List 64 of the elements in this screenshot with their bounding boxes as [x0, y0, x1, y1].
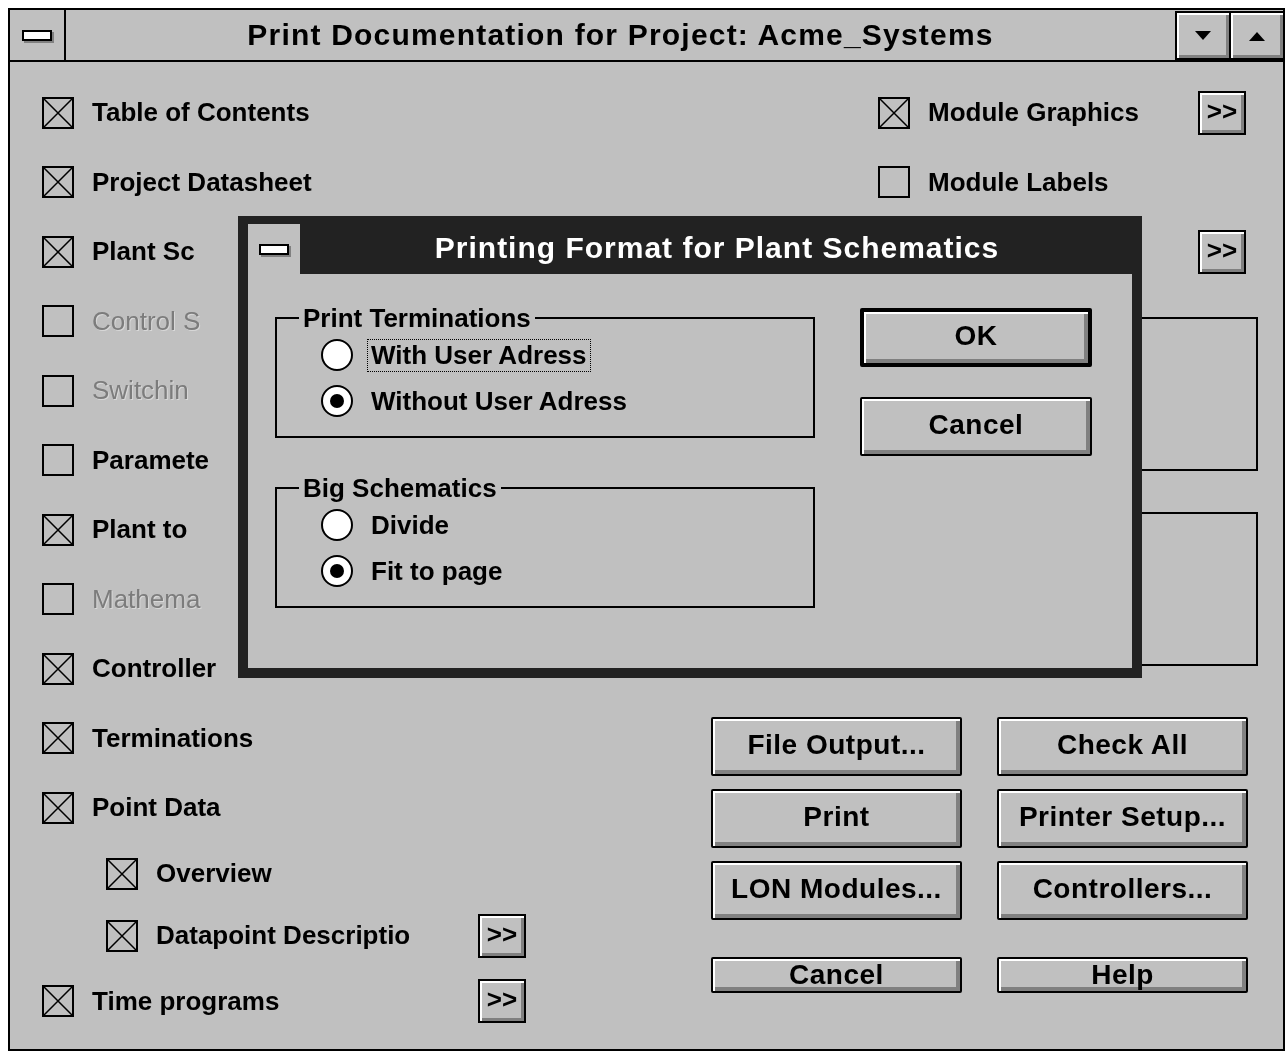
dialog-button[interactable]: Cancel — [860, 397, 1092, 456]
dialog-button[interactable]: File Output... — [711, 716, 962, 776]
checkbox[interactable] — [42, 722, 74, 755]
checkbox[interactable] — [42, 96, 74, 129]
cross-mark-icon — [108, 859, 136, 888]
cross-mark-icon — [44, 98, 72, 127]
option-label[interactable]: Overview — [156, 858, 526, 889]
dialog-button[interactable]: OK — [860, 308, 1092, 367]
dialog-button[interactable]: Cancel — [711, 956, 962, 993]
group-title: Print Terminations — [302, 304, 532, 332]
option-label[interactable]: Table of Contents — [92, 97, 526, 129]
radio-button[interactable] — [321, 339, 353, 371]
dialog-button[interactable]: Printer Setup... — [997, 788, 1248, 848]
down-triangle-icon — [1195, 30, 1211, 41]
option-label[interactable]: Terminations — [92, 722, 526, 754]
radio-label[interactable]: Divide — [367, 508, 454, 542]
radio-label[interactable]: Without User Adress — [367, 384, 631, 418]
checkbox[interactable] — [106, 919, 138, 952]
system-menu-button[interactable] — [248, 224, 302, 274]
cross-mark-icon — [880, 98, 908, 127]
cross-mark-icon — [44, 515, 72, 544]
option-label[interactable]: Module Labels — [928, 166, 1246, 198]
checkbox[interactable] — [42, 791, 74, 824]
dialog-button[interactable]: Controllers... — [997, 860, 1248, 920]
cross-mark-icon — [44, 724, 72, 753]
checkbox[interactable] — [878, 96, 910, 129]
dialog-button[interactable]: Print — [711, 788, 962, 848]
cross-mark-icon — [44, 793, 72, 822]
dialog-button[interactable]: LON Modules... — [711, 860, 962, 920]
option-label[interactable]: Point Data — [92, 792, 526, 824]
more-button[interactable]: >> — [478, 979, 526, 1024]
radio-label[interactable]: With User Adress — [367, 338, 591, 372]
minimize-button[interactable] — [1175, 11, 1229, 60]
cross-mark-icon — [44, 654, 72, 683]
dialog-button[interactable]: Check All — [997, 716, 1248, 776]
option-label[interactable]: Time programs — [92, 985, 478, 1017]
up-triangle-icon — [1249, 30, 1265, 41]
checkbox[interactable] — [42, 513, 74, 546]
checkbox[interactable] — [42, 235, 74, 268]
checkbox[interactable] — [42, 166, 74, 199]
checkbox[interactable] — [878, 166, 910, 199]
cross-mark-icon — [44, 237, 72, 266]
checkbox[interactable] — [42, 985, 74, 1018]
window-title: Print Documentation for Project: Acme_Systems — [246, 17, 995, 53]
cross-mark-icon — [44, 987, 72, 1016]
more-button[interactable]: >> — [1198, 229, 1246, 274]
radio-button[interactable] — [321, 385, 353, 417]
checkbox[interactable] — [106, 857, 138, 890]
radio-button[interactable] — [321, 509, 353, 541]
option-label[interactable]: Module Graphics — [928, 97, 1198, 129]
cross-mark-icon — [108, 921, 136, 950]
option-label[interactable]: Datapoint Descriptio — [156, 920, 478, 951]
dialog-button[interactable]: Help — [997, 956, 1248, 993]
radio-button[interactable] — [321, 555, 353, 587]
radio-label[interactable]: Fit to page — [367, 554, 507, 588]
cross-mark-icon — [44, 168, 72, 197]
more-button[interactable]: >> — [1198, 90, 1246, 135]
group-title: Big Schematics — [302, 474, 498, 502]
dialog-title: Printing Format for Plant Schematics — [433, 230, 1001, 266]
checkbox[interactable] — [42, 652, 74, 685]
option-label[interactable]: Project Datasheet — [92, 166, 526, 198]
checkbox[interactable] — [42, 444, 74, 477]
more-button[interactable]: >> — [478, 913, 526, 958]
maximize-button[interactable] — [1229, 11, 1283, 60]
